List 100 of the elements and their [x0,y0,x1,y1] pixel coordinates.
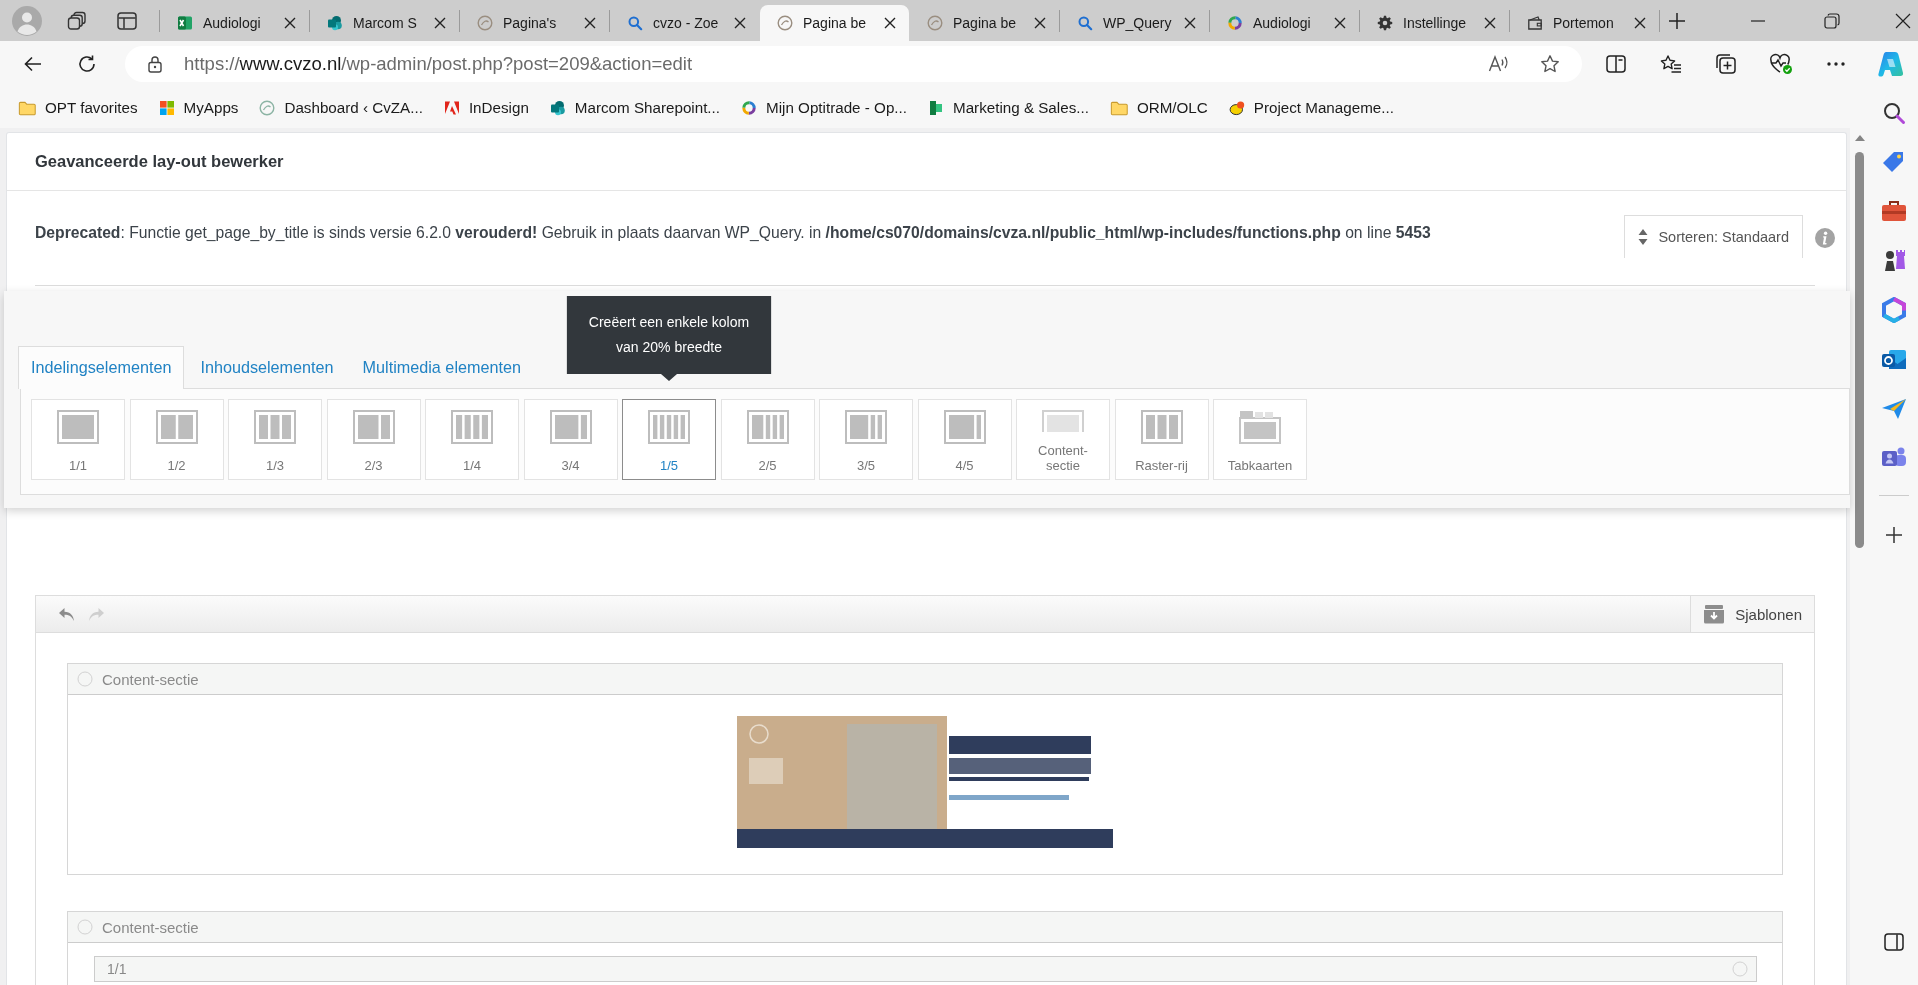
bookmark[interactable]: OPT favorites [18,98,138,117]
element-tile[interactable]: 1/4 [425,399,519,480]
browser-tab[interactable]: Pagina be [760,5,909,41]
element-tile[interactable]: Content-sectie [1016,399,1110,480]
bookmark[interactable]: Marcom Sharepoint... [549,99,721,116]
element-tile[interactable]: 1/1 [31,399,125,480]
browser-tab[interactable]: Pagina be [910,5,1059,41]
close-icon[interactable] [1334,17,1346,29]
columns-icon [57,410,99,444]
close-icon[interactable] [584,17,596,29]
bookmark[interactable]: InDesign [443,99,529,116]
gear-icon [1377,15,1393,31]
read-aloud-icon[interactable] [1488,55,1511,73]
bookmark[interactable]: ORM/OLC [1109,98,1208,117]
tooltip: Creëert een enkele kolom van 20% breedte [566,296,772,381]
sort-icon [1638,228,1649,246]
element-tile[interactable]: 4/5 [917,399,1012,480]
round-logo-icon [777,15,793,31]
overlapping-circles-icon [549,99,566,116]
browser-tab[interactable]: Marcom S [310,5,459,41]
star-icon[interactable] [1540,54,1561,74]
element-tile[interactable]: 2/3 [326,399,421,480]
round-logo-icon [927,15,943,31]
bookmark[interactable]: Marketing & Sales... [928,99,1089,116]
section-title: Content-sectie [102,670,199,688]
tab-actions-icon[interactable] [117,11,137,30]
browser-tab[interactable]: WP_Query [1060,5,1209,41]
browser-tab[interactable]: Audiologi [160,5,309,41]
element-tile[interactable]: 2/5 [720,399,815,480]
sort-button[interactable]: Sorteren: Standaard [1624,215,1803,258]
search-icon[interactable] [1881,101,1906,125]
refresh-icon[interactable] [77,54,98,74]
folder-tabs-icon [1239,410,1281,444]
columns-icon [451,410,493,444]
columns-icon [155,410,198,444]
element-tile[interactable]: 1/2 [129,399,224,480]
columns-icon [648,410,690,444]
panel-tab[interactable]: Inhoudselementen [187,346,347,388]
close-icon[interactable] [1634,17,1646,29]
close-icon[interactable] [1895,12,1911,29]
element-tile[interactable]: Tabkaarten [1213,399,1307,480]
scrollbar-thumb[interactable] [1855,152,1864,548]
search-icon [627,15,643,31]
columns-icon [746,410,789,444]
workspaces-icon[interactable] [67,10,87,31]
panel-tab[interactable]: Indelingselementen [18,346,185,389]
search-icon [1077,15,1093,31]
favorites-list-icon[interactable] [1659,54,1682,74]
round-logo-icon [477,15,493,31]
bookmark[interactable]: Project Manageme... [1228,99,1394,116]
element-tile[interactable]: Raster-rij [1114,399,1209,480]
bookmark[interactable]: MyApps [158,99,239,116]
templates-button[interactable]: Sjablonen [1690,596,1814,632]
columns-icon [254,410,296,444]
plus-icon[interactable] [1668,11,1686,30]
browser-tab[interactable]: Pagina's [460,5,609,41]
frame-icon [1042,410,1084,432]
paper-plane-icon[interactable] [1880,397,1907,421]
bookmark[interactable]: Dashboard ‹ CvZA... [259,99,423,116]
arch-logo-icon[interactable] [1876,50,1905,78]
hexagon-logo-icon[interactable] [1880,297,1907,323]
browser-tab[interactable]: Instellinge [1360,5,1509,41]
close-icon[interactable] [1034,17,1046,29]
element-tile[interactable]: 3/4 [523,399,618,480]
element-tile[interactable]: 1/5 [622,399,716,480]
close-icon[interactable] [734,17,746,29]
ring-icon [1227,15,1243,31]
split-screen-icon[interactable] [1605,55,1626,73]
lock-icon [147,55,164,73]
collections-icon[interactable] [1714,53,1737,75]
back-icon[interactable] [23,54,44,74]
columns-icon [1140,410,1183,444]
round-logo-icon [259,99,276,116]
element-tile[interactable]: 3/5 [819,399,913,480]
plus-icon[interactable] [1884,526,1903,544]
close-icon[interactable] [434,17,446,29]
bookmark[interactable]: Mijn Optitrade - Op... [741,99,907,116]
scroll-up-icon[interactable] [1854,135,1865,141]
ring-icon [741,99,758,116]
close-icon[interactable] [1184,17,1196,29]
toolbox-icon[interactable] [1880,199,1907,223]
undo-icon[interactable] [58,606,75,622]
browser-tab[interactable]: Audiologi [1210,5,1359,41]
columns-icon [943,410,986,444]
columns-icon [549,410,592,444]
browser-tab[interactable]: Portemon [1510,5,1659,41]
close-icon[interactable] [1484,17,1496,29]
close-icon[interactable] [884,17,896,29]
more-icon[interactable] [1825,61,1846,67]
sidebar-icon[interactable] [1883,932,1904,952]
element-tile[interactable]: 1/3 [228,399,322,480]
close-icon[interactable] [284,17,296,29]
panel-tab[interactable]: Multimedia elementen [349,346,534,388]
heart-pulse-icon[interactable] [1768,53,1793,75]
editor-title: Geavanceerde lay-out bewerker [35,152,284,171]
columns-icon [845,410,887,444]
browser-tab[interactable]: cvzo - Zoe [610,5,759,41]
address-field[interactable]: https://www.cvzo.nl/wp-admin/post.php?post=209&action=edit [125,46,1583,82]
triangle-logo-icon [443,99,460,116]
restore-icon[interactable] [1824,12,1840,29]
